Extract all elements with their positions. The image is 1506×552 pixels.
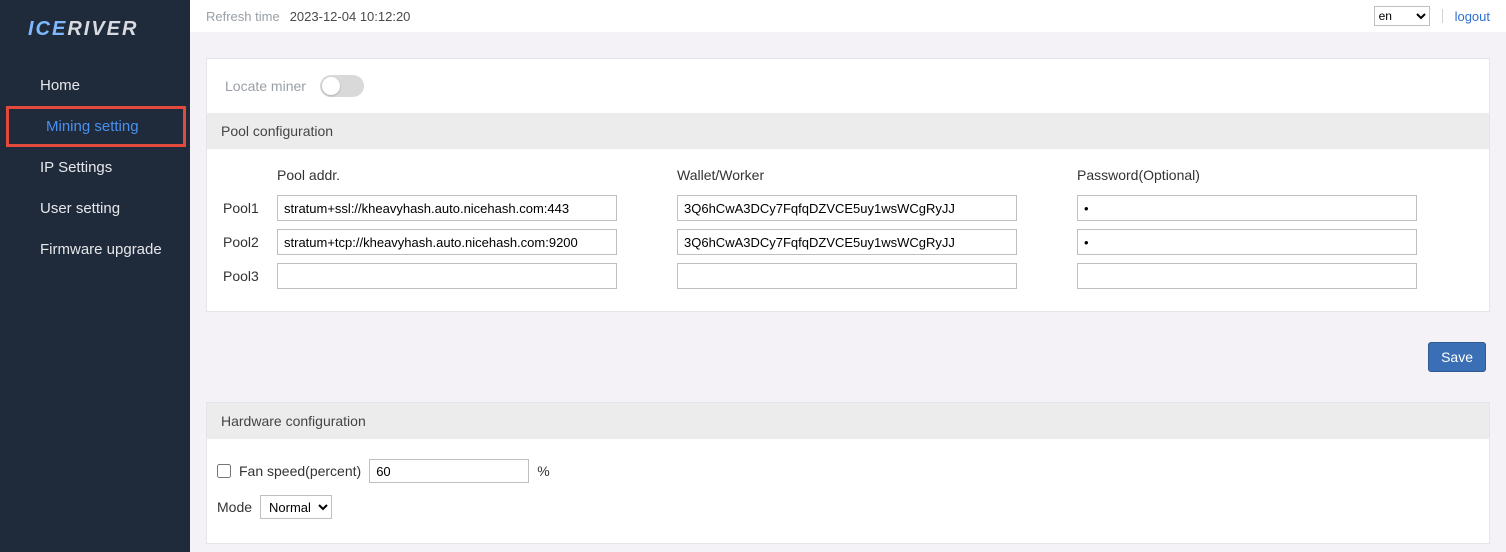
pool-config-header: Pool configuration xyxy=(207,113,1489,149)
pool3-label: Pool3 xyxy=(217,268,277,284)
sidebar-item-user-setting[interactable]: User setting xyxy=(0,188,190,229)
fan-speed-row: Fan speed(percent) % xyxy=(217,453,1479,489)
percent-sign: % xyxy=(537,463,549,479)
save-row: Save xyxy=(206,342,1490,372)
fan-speed-checkbox[interactable] xyxy=(217,464,231,478)
panel-pool: Locate miner Pool configuration Pool add… xyxy=(206,58,1490,312)
sidebar-item-mining-setting[interactable]: Mining setting xyxy=(6,106,186,147)
sidebar: ICERIVER Home Mining setting IP Settings… xyxy=(0,0,190,552)
sidebar-item-firmware-upgrade[interactable]: Firmware upgrade xyxy=(0,229,190,270)
brand-logo: ICERIVER xyxy=(0,0,190,59)
pool-row-1: Pool1 xyxy=(217,191,1479,225)
sidebar-item-ip-settings[interactable]: IP Settings xyxy=(0,147,190,188)
pool1-addr-input[interactable] xyxy=(277,195,617,221)
pool-config-grid: Pool addr. Wallet/Worker Password(Option… xyxy=(207,149,1489,311)
locate-miner-row: Locate miner xyxy=(207,59,1489,113)
pool1-wallet-input[interactable] xyxy=(677,195,1017,221)
pool2-wallet-input[interactable] xyxy=(677,229,1017,255)
hardware-config-header: Hardware configuration xyxy=(207,403,1489,439)
topbar-divider xyxy=(1442,9,1443,23)
pool3-addr-input[interactable] xyxy=(277,263,617,289)
content: Locate miner Pool configuration Pool add… xyxy=(190,32,1506,552)
toggle-knob xyxy=(322,77,340,95)
pool-header-password: Password(Optional) xyxy=(1077,167,1417,183)
topbar: Refresh time 2023-12-04 10:12:20 en logo… xyxy=(190,0,1506,32)
mode-row: Mode Normal xyxy=(217,489,1479,525)
refresh-time-value: 2023-12-04 10:12:20 xyxy=(290,9,411,24)
mode-select[interactable]: Normal xyxy=(260,495,332,519)
sidebar-item-home[interactable]: Home xyxy=(0,65,190,106)
save-button[interactable]: Save xyxy=(1428,342,1486,372)
pool-header-addr: Pool addr. xyxy=(277,167,617,183)
pool1-password-input[interactable] xyxy=(1077,195,1417,221)
locate-miner-label: Locate miner xyxy=(225,78,306,94)
pool-row-2: Pool2 xyxy=(217,225,1479,259)
pool2-password-input[interactable] xyxy=(1077,229,1417,255)
pool-headers: Pool addr. Wallet/Worker Password(Option… xyxy=(217,163,1479,191)
language-select[interactable]: en xyxy=(1374,6,1430,26)
pool2-label: Pool2 xyxy=(217,234,277,250)
fan-speed-input[interactable] xyxy=(369,459,529,483)
pool1-label: Pool1 xyxy=(217,200,277,216)
pool-header-wallet: Wallet/Worker xyxy=(677,167,1017,183)
brand-prefix: ICE xyxy=(28,18,67,40)
logout-link[interactable]: logout xyxy=(1455,9,1490,24)
pool3-password-input[interactable] xyxy=(1077,263,1417,289)
panel-hardware: Hardware configuration Fan speed(percent… xyxy=(206,402,1490,544)
main: Refresh time 2023-12-04 10:12:20 en logo… xyxy=(190,0,1506,552)
locate-miner-toggle[interactable] xyxy=(320,75,364,97)
pool3-wallet-input[interactable] xyxy=(677,263,1017,289)
pool2-addr-input[interactable] xyxy=(277,229,617,255)
pool-row-3: Pool3 xyxy=(217,259,1479,293)
brand-suffix: RIVER xyxy=(67,18,138,40)
sidebar-nav: Home Mining setting IP Settings User set… xyxy=(0,59,190,270)
fan-speed-label: Fan speed(percent) xyxy=(239,463,361,479)
mode-label: Mode xyxy=(217,499,252,515)
refresh-time-label: Refresh time xyxy=(206,9,280,24)
